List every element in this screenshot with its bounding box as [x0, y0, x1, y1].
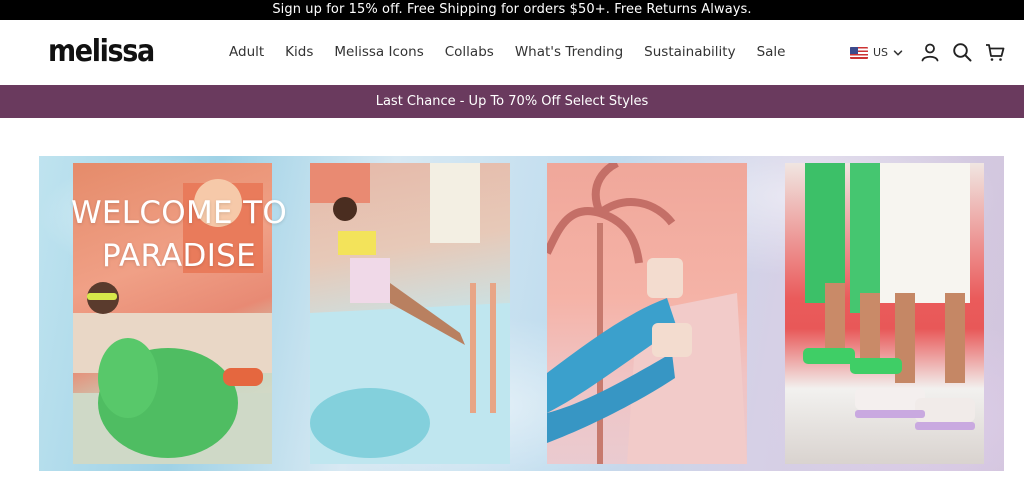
nav-item-sustainability[interactable]: Sustainability — [644, 42, 735, 62]
nav-item-collabs[interactable]: Collabs — [445, 42, 494, 62]
chevron-down-icon — [893, 49, 903, 56]
locale-selector[interactable]: US — [850, 46, 903, 59]
hero-illustration-2 — [310, 163, 510, 464]
hero-headline-line-1: WELCOME TO — [70, 195, 288, 231]
hero-banner[interactable]: WELCOME TO PARADISE — [39, 156, 1004, 471]
nav-item-whats-trending[interactable]: What's Trending — [515, 42, 623, 62]
hero-headline: WELCOME TO PARADISE — [39, 192, 319, 278]
site-header: melissa Adult Kids Melissa Icons Collabs… — [0, 20, 1024, 85]
promo-banner[interactable]: Last Chance - Up To 70% Off Select Style… — [0, 85, 1024, 118]
main-nav: Adult Kids Melissa Icons Collabs What's … — [229, 42, 806, 62]
announcement-bar[interactable]: Sign up for 15% off. Free Shipping for o… — [0, 0, 1024, 20]
hero-image-palm-sandals[interactable] — [547, 163, 747, 464]
hero-image-green-slides[interactable] — [785, 163, 984, 464]
nav-item-adult[interactable]: Adult — [229, 42, 264, 62]
locale-label: US — [873, 46, 889, 59]
nav-item-kids[interactable]: Kids — [285, 42, 313, 62]
hero-illustration-4 — [803, 163, 975, 430]
nav-item-sale[interactable]: Sale — [757, 42, 786, 62]
us-flag-icon — [850, 46, 868, 59]
nav-item-melissa-icons[interactable]: Melissa Icons — [334, 42, 423, 62]
cart-icon[interactable] — [984, 41, 1006, 63]
hero-headline-line-2: PARADISE — [101, 238, 257, 274]
hero-illustration-3 — [547, 163, 747, 464]
account-icon[interactable] — [919, 41, 941, 63]
melissa-logo[interactable]: melissa — [48, 34, 155, 70]
hero-image-pool-woman[interactable] — [310, 163, 510, 464]
search-icon[interactable] — [951, 41, 973, 63]
